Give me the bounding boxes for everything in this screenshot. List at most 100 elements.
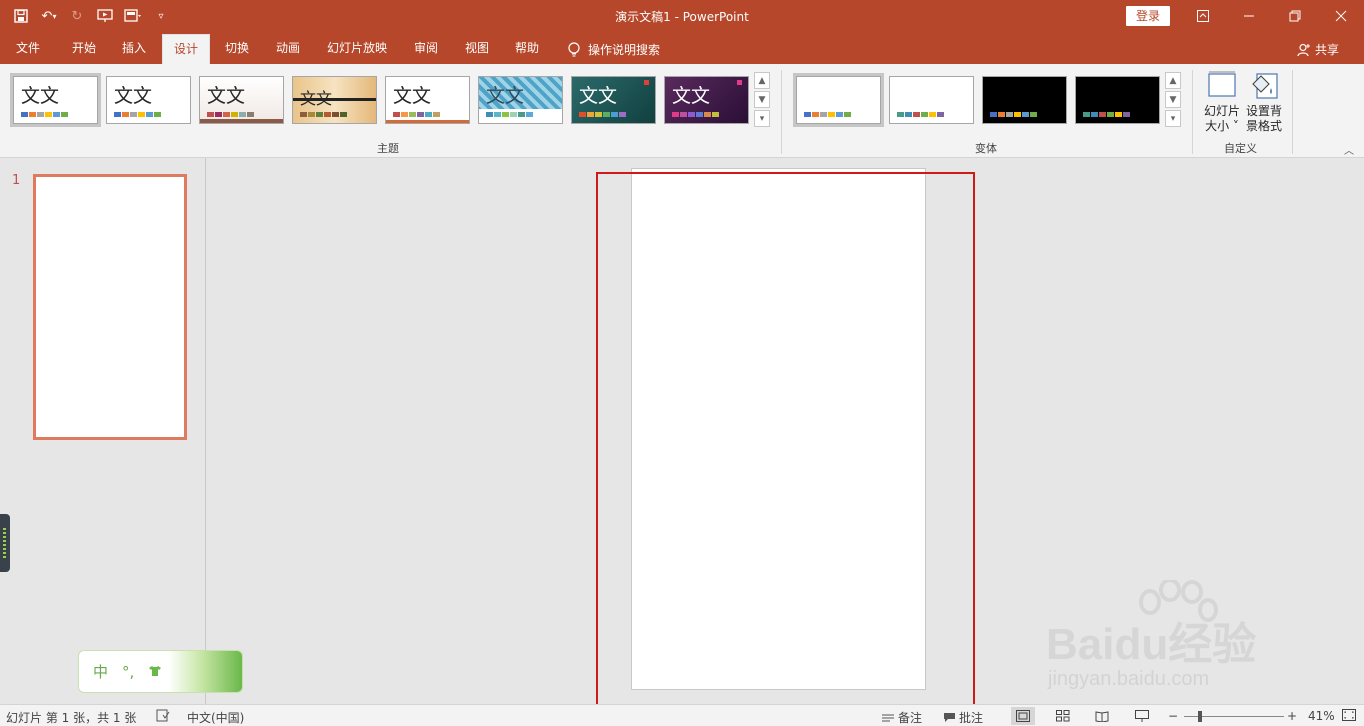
tab-slideshow[interactable]: 幻灯片放映 — [322, 34, 392, 64]
tell-me-search[interactable]: 操作说明搜索 — [568, 41, 660, 58]
design-ribbon: 文文 文文 文文 文文 文文 文文 文文 文文 ▲ ▼ ▾ 主题 ▲ ▼ ▾ 变… — [0, 64, 1364, 158]
collapse-ribbon-icon[interactable]: ︿ — [1344, 142, 1354, 157]
theme-facet[interactable]: 文文 — [199, 76, 284, 124]
format-bg-label-1: 设置背 — [1245, 104, 1282, 118]
notes-button[interactable]: 备注 — [882, 709, 922, 726]
theme-pattern[interactable]: 文文 — [478, 76, 563, 124]
tab-animations[interactable]: 动画 — [268, 34, 308, 64]
highlight-box — [596, 172, 975, 714]
comments-label: 批注 — [959, 711, 984, 725]
gallery-more-icon[interactable]: ▾ — [1165, 110, 1181, 127]
watermark-brand: Baidu经验 — [1046, 620, 1257, 669]
start-slideshow-icon[interactable] — [94, 6, 116, 26]
ime-punctuation[interactable]: °, — [122, 663, 134, 681]
side-handle[interactable] — [0, 514, 10, 572]
powerpoint-window: ↶ ▾ ↻ ▿ 演示文稿1 - PowerPoint 登录 文件 开始 插入 设… — [0, 0, 1364, 726]
tab-review[interactable]: 审阅 — [406, 34, 446, 64]
normal-view-icon[interactable] — [1011, 707, 1035, 725]
ime-mode[interactable]: 中 — [93, 661, 108, 682]
theme-dark-teal[interactable]: 文文 — [571, 76, 656, 124]
accessibility-icon[interactable] — [156, 709, 170, 725]
share-button[interactable]: 共享 — [1297, 41, 1339, 58]
format-background-button[interactable]: 设置背 景格式 — [1243, 70, 1285, 136]
status-bar: 幻灯片 第 1 张，共 1 张 中文(中国) 备注 批注 − + 41% — [0, 704, 1364, 726]
customize-group-label: 自定义 — [1224, 142, 1257, 155]
scroll-down-icon[interactable]: ▼ — [1165, 91, 1181, 108]
variant-2[interactable] — [889, 76, 974, 124]
scroll-down-icon[interactable]: ▼ — [754, 91, 770, 108]
theme-sample-text: 文文 — [114, 85, 153, 107]
ribbon-display-options-icon[interactable] — [1180, 0, 1226, 32]
save-icon[interactable] — [10, 6, 32, 26]
person-icon — [1297, 43, 1310, 56]
variants-gallery-scroll: ▲ ▼ ▾ — [1165, 72, 1181, 128]
theme-office-2[interactable]: 文文 — [106, 76, 191, 124]
zoom-slider-thumb[interactable] — [1198, 711, 1202, 722]
ime-skin-icon[interactable] — [148, 663, 162, 681]
tab-view[interactable]: 视图 — [457, 34, 497, 64]
theme-wood[interactable]: 文文 — [292, 76, 377, 124]
variant-4[interactable] — [1075, 76, 1160, 124]
zoom-in-button[interactable]: + — [1287, 709, 1297, 723]
theme-ion[interactable]: 文文 — [385, 76, 470, 124]
slide-number: 1 — [12, 173, 21, 188]
quick-access-toolbar: ↶ ▾ ↻ ▿ — [10, 6, 172, 26]
comment-icon — [944, 713, 955, 722]
slide-thumbnail-pane: 1 — [0, 158, 206, 704]
restore-icon[interactable] — [1272, 0, 1318, 32]
reading-view-icon[interactable] — [1090, 707, 1114, 725]
tab-design[interactable]: 设计 — [162, 34, 210, 64]
login-button[interactable]: 登录 — [1126, 6, 1170, 26]
variants-group-label: 变体 — [975, 142, 997, 155]
group-separator — [781, 70, 782, 154]
theme-dark-purple[interactable]: 文文 — [664, 76, 749, 124]
theme-sample-text: 文文 — [21, 85, 60, 107]
slide-thumbnail[interactable] — [33, 174, 187, 440]
slideshow-view-icon[interactable] — [1130, 707, 1154, 725]
close-icon[interactable] — [1318, 0, 1364, 32]
lightbulb-icon — [568, 41, 580, 56]
group-separator — [1192, 70, 1193, 154]
tab-transitions[interactable]: 切换 — [217, 34, 257, 64]
scroll-up-icon[interactable]: ▲ — [754, 72, 770, 89]
slide-size-label-2: 大小 ˅ — [1205, 119, 1239, 133]
slide-sorter-icon[interactable] — [1051, 707, 1075, 725]
theme-sample-text: 文文 — [207, 85, 246, 107]
language-indicator[interactable]: 中文(中国) — [187, 709, 244, 726]
baidu-watermark: Baidu经验 jingyan.baidu.com — [1046, 580, 1296, 692]
scroll-up-icon[interactable]: ▲ — [1165, 72, 1181, 89]
theme-sample-text: 文文 — [579, 85, 618, 107]
ime-toolbar[interactable]: 中 °, — [78, 650, 243, 693]
theme-office[interactable]: 文文 — [10, 73, 101, 127]
tab-file[interactable]: 文件 — [8, 34, 48, 64]
share-label: 共享 — [1315, 43, 1340, 57]
tab-home[interactable]: 开始 — [62, 34, 106, 64]
themes-gallery-scroll: ▲ ▼ ▾ — [754, 72, 770, 128]
slide-size-label-1: 幻灯片 — [1203, 104, 1240, 118]
slide-size-button[interactable]: 幻灯片 大小 ˅ — [1201, 70, 1243, 136]
variant-3[interactable] — [982, 76, 1067, 124]
comments-button[interactable]: 批注 — [943, 709, 983, 726]
group-separator — [1292, 70, 1293, 154]
themes-group-label: 主题 — [377, 142, 399, 155]
watermark-url: jingyan.baidu.com — [1048, 668, 1210, 690]
redo-icon[interactable]: ↻ — [66, 6, 88, 26]
fit-to-window-icon[interactable] — [1342, 709, 1356, 724]
ribbon-tabs: 文件 开始 插入 设计 切换 动画 幻灯片放映 审阅 视图 帮助 操作说明搜索 … — [0, 32, 1364, 64]
tab-help[interactable]: 帮助 — [507, 34, 547, 64]
notes-label: 备注 — [898, 711, 923, 725]
customize-qat-icon[interactable]: ▿ — [150, 6, 172, 26]
theme-sample-text: 文文 — [300, 89, 333, 108]
zoom-out-button[interactable]: − — [1168, 709, 1178, 723]
minimize-icon[interactable] — [1226, 0, 1272, 32]
undo-icon[interactable]: ↶ ▾ — [38, 6, 60, 26]
title-bar: ↶ ▾ ↻ ▿ 演示文稿1 - PowerPoint 登录 — [0, 0, 1364, 32]
zoom-level[interactable]: 41% — [1308, 709, 1335, 723]
gallery-more-icon[interactable]: ▾ — [754, 110, 770, 127]
variant-1[interactable] — [793, 73, 884, 127]
notes-icon — [882, 714, 894, 721]
slide-info: 幻灯片 第 1 张，共 1 张 — [6, 711, 137, 725]
tab-insert[interactable]: 插入 — [114, 34, 154, 64]
layout-icon[interactable] — [122, 6, 144, 26]
format-background-icon — [1247, 70, 1281, 100]
